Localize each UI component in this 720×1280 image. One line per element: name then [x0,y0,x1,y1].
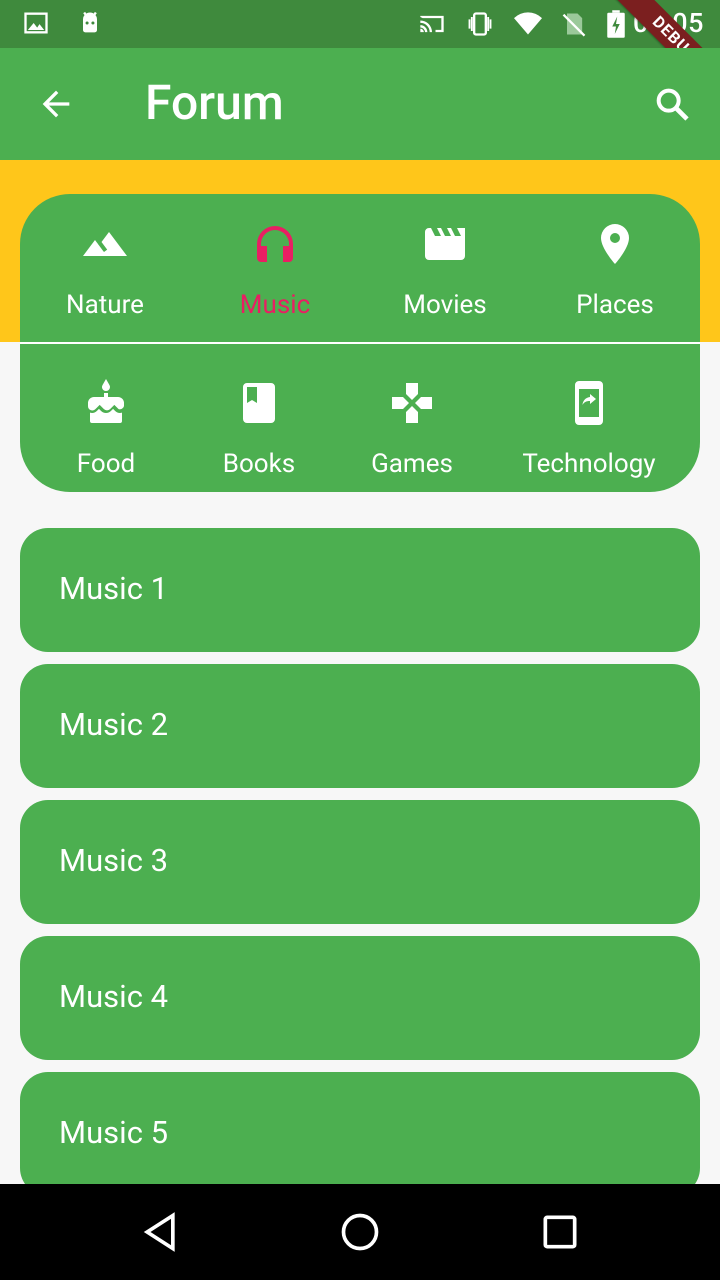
category-label: Places [576,290,654,320]
category-panel: Nature Music Movies Places Food Books Ga… [20,194,700,492]
headphones-icon [257,226,293,262]
back-triangle-icon[interactable] [138,1210,182,1254]
arrow-back-icon[interactable] [36,84,76,124]
cake-icon [88,379,124,423]
phone-share-icon [575,381,603,425]
app-bar: Forum [0,48,720,160]
home-circle-icon[interactable] [338,1210,382,1254]
category-nature[interactable]: Nature [20,194,190,342]
category-movies[interactable]: Movies [360,194,530,342]
category-technology[interactable]: Technology [510,343,668,491]
book-icon [243,383,275,423]
gamepad-icon [392,383,432,423]
search-icon[interactable] [652,84,692,124]
category-label: Music [239,290,311,320]
list-item-label: Music 5 [59,1114,169,1151]
list-item-label: Music 1 [59,570,169,607]
category-row: Food Books Games Technology [20,343,700,491]
movie-icon [425,228,465,260]
list-item-label: Music 3 [59,842,169,879]
category-books[interactable]: Books [185,343,333,491]
category-label: Movies [403,290,487,320]
list-item[interactable]: Music 1 [20,528,700,652]
battery-charging-icon [607,10,625,38]
list-item[interactable]: Music 3 [20,800,700,924]
wifi-icon [514,12,542,35]
status-bar: 00:05 [0,0,720,48]
category-games[interactable]: Games [338,343,486,491]
list-item[interactable]: Music 5 [20,1072,700,1196]
cast-icon [420,15,444,33]
list-item-label: Music 4 [59,978,169,1015]
recents-square-icon[interactable] [538,1210,582,1254]
system-nav-bar [0,1184,720,1280]
category-label: Books [222,449,296,479]
place-icon [601,224,629,264]
no-sim-icon [562,13,586,37]
category-row: Nature Music Movies Places [20,194,700,342]
image-icon [24,12,48,34]
category-label: Nature [66,290,144,320]
category-label: Games [371,449,453,479]
category-label: Food [76,449,136,479]
category-places[interactable]: Places [530,194,700,342]
category-music[interactable]: Music [190,194,360,342]
terrain-icon [83,232,127,256]
list-item[interactable]: Music 4 [20,936,700,1060]
page-title: Forum [145,74,284,131]
list-item-label: Music 2 [59,706,169,743]
vibrate-icon [468,12,492,36]
category-food[interactable]: Food [20,343,192,491]
android-icon [83,11,97,33]
list-item[interactable]: Music 2 [20,664,700,788]
category-label: Technology [522,449,656,479]
